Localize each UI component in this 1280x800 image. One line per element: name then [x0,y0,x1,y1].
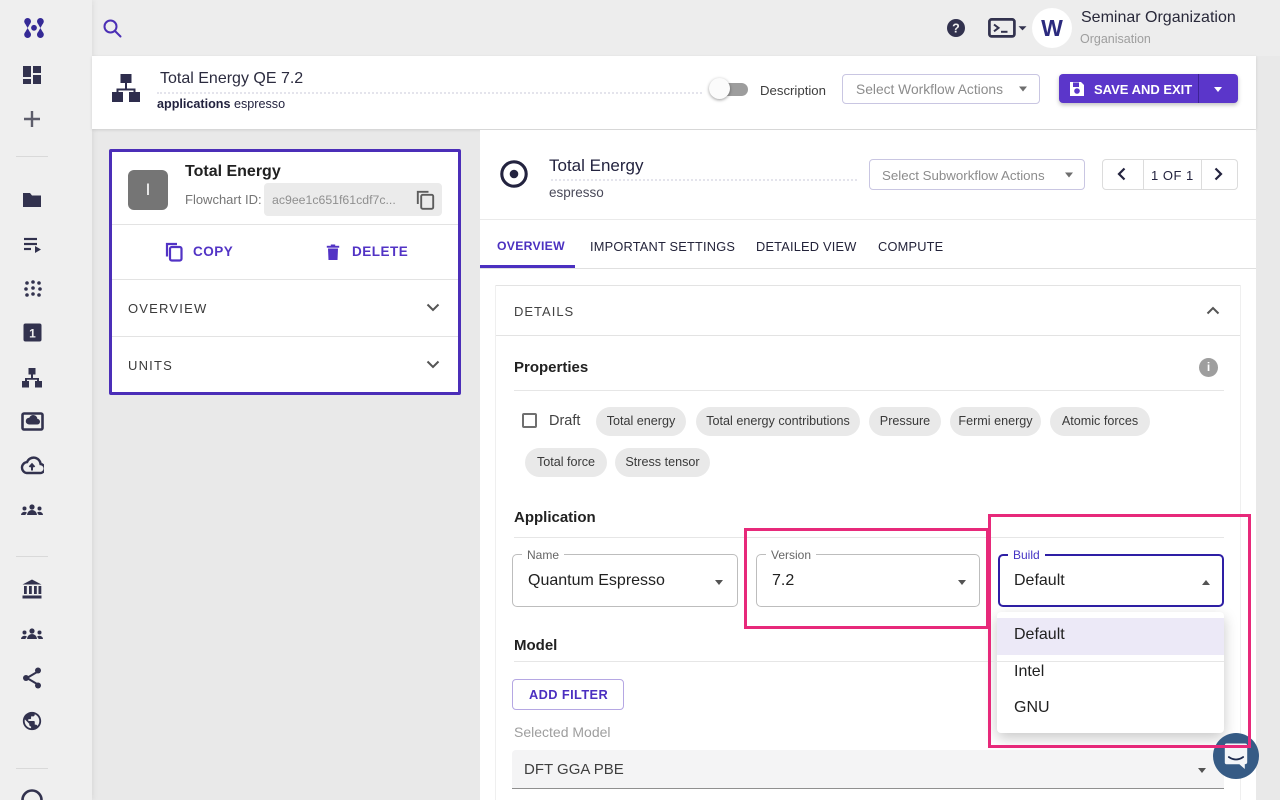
svg-text:?: ? [952,21,960,35]
svg-text:1: 1 [29,327,36,341]
